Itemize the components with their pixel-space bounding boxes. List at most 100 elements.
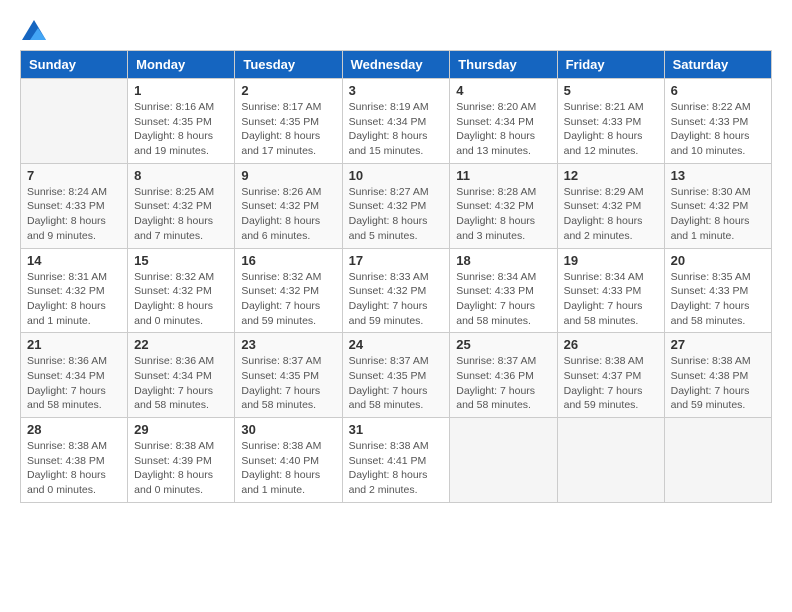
calendar-cell: 12 Sunrise: 8:29 AM Sunset: 4:32 PM Dayli…	[557, 163, 664, 248]
calendar-week-row: 28 Sunrise: 8:38 AM Sunset: 4:38 PM Dayli…	[21, 418, 772, 503]
calendar-cell: 15 Sunrise: 8:32 AM Sunset: 4:32 PM Dayli…	[128, 248, 235, 333]
day-info: Sunrise: 8:36 AM Sunset: 4:34 PM Dayligh…	[27, 354, 121, 413]
calendar-cell: 5Sunrise: 8:21 AM Sunset: 4:33 PM Daylig…	[557, 79, 664, 164]
calendar-cell: 20 Sunrise: 8:35 AM Sunset: 4:33 PM Dayli…	[664, 248, 771, 333]
calendar-week-row: 7 Sunrise: 8:24 AM Sunset: 4:33 PM Daylig…	[21, 163, 772, 248]
day-info: Sunrise: 8:25 AM Sunset: 4:32 PM Dayligh…	[134, 185, 228, 244]
calendar-cell: 17 Sunrise: 8:33 AM Sunset: 4:32 PM Dayli…	[342, 248, 450, 333]
calendar-cell: 30 Sunrise: 8:38 AM Sunset: 4:40 PM Dayli…	[235, 418, 342, 503]
day-number: 19	[564, 253, 658, 268]
calendar-header-thursday: Thursday	[450, 51, 557, 79]
day-info: Sunrise: 8:28 AM Sunset: 4:32 PM Dayligh…	[456, 185, 550, 244]
calendar-cell: 8Sunrise: 8:25 AM Sunset: 4:32 PM Daylig…	[128, 163, 235, 248]
calendar-cell: 27 Sunrise: 8:38 AM Sunset: 4:38 PM Dayli…	[664, 333, 771, 418]
day-number: 13	[671, 168, 765, 183]
day-info: Sunrise: 8:35 AM Sunset: 4:33 PM Dayligh…	[671, 270, 765, 329]
calendar-cell: 13 Sunrise: 8:30 AM Sunset: 4:32 PM Dayli…	[664, 163, 771, 248]
calendar: SundayMondayTuesdayWednesdayThursdayFrid…	[20, 50, 772, 503]
day-number: 7	[27, 168, 121, 183]
calendar-week-row: 1 Sunrise: 8:16 AM Sunset: 4:35 PM Daylig…	[21, 79, 772, 164]
calendar-cell: 1 Sunrise: 8:16 AM Sunset: 4:35 PM Daylig…	[128, 79, 235, 164]
day-number: 3	[349, 83, 444, 98]
calendar-cell: 28 Sunrise: 8:38 AM Sunset: 4:38 PM Dayli…	[21, 418, 128, 503]
day-info: Sunrise: 8:34 AM Sunset: 4:33 PM Dayligh…	[564, 270, 658, 329]
day-info: Sunrise: 8:29 AM Sunset: 4:32 PM Dayligh…	[564, 185, 658, 244]
day-number: 30	[241, 422, 335, 437]
day-number: 22	[134, 337, 228, 352]
calendar-cell: 23 Sunrise: 8:37 AM Sunset: 4:35 PM Dayli…	[235, 333, 342, 418]
page-header	[20, 20, 772, 40]
day-info: Sunrise: 8:27 AM Sunset: 4:32 PM Dayligh…	[349, 185, 444, 244]
day-info: Sunrise: 8:38 AM Sunset: 4:40 PM Dayligh…	[241, 439, 335, 498]
day-number: 31	[349, 422, 444, 437]
calendar-header-wednesday: Wednesday	[342, 51, 450, 79]
day-number: 29	[134, 422, 228, 437]
calendar-cell	[557, 418, 664, 503]
day-number: 20	[671, 253, 765, 268]
day-info: Sunrise: 8:30 AM Sunset: 4:32 PM Dayligh…	[671, 185, 765, 244]
calendar-header-row: SundayMondayTuesdayWednesdayThursdayFrid…	[21, 51, 772, 79]
day-number: 5	[564, 83, 658, 98]
calendar-cell: 24 Sunrise: 8:37 AM Sunset: 4:35 PM Dayli…	[342, 333, 450, 418]
day-number: 27	[671, 337, 765, 352]
calendar-cell: 10 Sunrise: 8:27 AM Sunset: 4:32 PM Dayli…	[342, 163, 450, 248]
calendar-header-monday: Monday	[128, 51, 235, 79]
calendar-cell: 25 Sunrise: 8:37 AM Sunset: 4:36 PM Dayli…	[450, 333, 557, 418]
day-info: Sunrise: 8:20 AM Sunset: 4:34 PM Dayligh…	[456, 100, 550, 159]
day-info: Sunrise: 8:32 AM Sunset: 4:32 PM Dayligh…	[134, 270, 228, 329]
day-info: Sunrise: 8:26 AM Sunset: 4:32 PM Dayligh…	[241, 185, 335, 244]
day-info: Sunrise: 8:38 AM Sunset: 4:39 PM Dayligh…	[134, 439, 228, 498]
calendar-cell: 31Sunrise: 8:38 AM Sunset: 4:41 PM Dayli…	[342, 418, 450, 503]
calendar-cell	[21, 79, 128, 164]
calendar-cell: 3 Sunrise: 8:19 AM Sunset: 4:34 PM Daylig…	[342, 79, 450, 164]
day-number: 9	[241, 168, 335, 183]
calendar-cell: 9 Sunrise: 8:26 AM Sunset: 4:32 PM Daylig…	[235, 163, 342, 248]
calendar-cell: 21 Sunrise: 8:36 AM Sunset: 4:34 PM Dayli…	[21, 333, 128, 418]
calendar-week-row: 14 Sunrise: 8:31 AM Sunset: 4:32 PM Dayli…	[21, 248, 772, 333]
day-info: Sunrise: 8:37 AM Sunset: 4:35 PM Dayligh…	[349, 354, 444, 413]
calendar-cell: 29 Sunrise: 8:38 AM Sunset: 4:39 PM Dayli…	[128, 418, 235, 503]
day-number: 18	[456, 253, 550, 268]
logo-icon	[22, 20, 46, 40]
day-number: 12	[564, 168, 658, 183]
calendar-cell: 2 Sunrise: 8:17 AM Sunset: 4:35 PM Daylig…	[235, 79, 342, 164]
day-number: 6	[671, 83, 765, 98]
day-info: Sunrise: 8:16 AM Sunset: 4:35 PM Dayligh…	[134, 100, 228, 159]
day-info: Sunrise: 8:31 AM Sunset: 4:32 PM Dayligh…	[27, 270, 121, 329]
calendar-cell: 14 Sunrise: 8:31 AM Sunset: 4:32 PM Dayli…	[21, 248, 128, 333]
day-number: 2	[241, 83, 335, 98]
day-number: 17	[349, 253, 444, 268]
calendar-header-sunday: Sunday	[21, 51, 128, 79]
day-info: Sunrise: 8:19 AM Sunset: 4:34 PM Dayligh…	[349, 100, 444, 159]
day-number: 21	[27, 337, 121, 352]
calendar-cell: 4Sunrise: 8:20 AM Sunset: 4:34 PM Daylig…	[450, 79, 557, 164]
day-info: Sunrise: 8:37 AM Sunset: 4:36 PM Dayligh…	[456, 354, 550, 413]
day-number: 15	[134, 253, 228, 268]
calendar-cell: 19 Sunrise: 8:34 AM Sunset: 4:33 PM Dayli…	[557, 248, 664, 333]
day-number: 23	[241, 337, 335, 352]
calendar-cell: 11Sunrise: 8:28 AM Sunset: 4:32 PM Dayli…	[450, 163, 557, 248]
day-info: Sunrise: 8:38 AM Sunset: 4:37 PM Dayligh…	[564, 354, 658, 413]
day-number: 26	[564, 337, 658, 352]
calendar-cell: 26 Sunrise: 8:38 AM Sunset: 4:37 PM Dayli…	[557, 333, 664, 418]
calendar-cell: 22Sunrise: 8:36 AM Sunset: 4:34 PM Dayli…	[128, 333, 235, 418]
day-info: Sunrise: 8:24 AM Sunset: 4:33 PM Dayligh…	[27, 185, 121, 244]
day-number: 28	[27, 422, 121, 437]
day-number: 1	[134, 83, 228, 98]
day-info: Sunrise: 8:38 AM Sunset: 4:38 PM Dayligh…	[27, 439, 121, 498]
day-number: 10	[349, 168, 444, 183]
calendar-cell: 7 Sunrise: 8:24 AM Sunset: 4:33 PM Daylig…	[21, 163, 128, 248]
day-info: Sunrise: 8:34 AM Sunset: 4:33 PM Dayligh…	[456, 270, 550, 329]
day-number: 24	[349, 337, 444, 352]
calendar-cell: 16Sunrise: 8:32 AM Sunset: 4:32 PM Dayli…	[235, 248, 342, 333]
calendar-cell: 6 Sunrise: 8:22 AM Sunset: 4:33 PM Daylig…	[664, 79, 771, 164]
day-number: 14	[27, 253, 121, 268]
day-info: Sunrise: 8:17 AM Sunset: 4:35 PM Dayligh…	[241, 100, 335, 159]
day-info: Sunrise: 8:38 AM Sunset: 4:38 PM Dayligh…	[671, 354, 765, 413]
day-info: Sunrise: 8:22 AM Sunset: 4:33 PM Dayligh…	[671, 100, 765, 159]
day-info: Sunrise: 8:33 AM Sunset: 4:32 PM Dayligh…	[349, 270, 444, 329]
calendar-header-saturday: Saturday	[664, 51, 771, 79]
logo	[20, 20, 46, 40]
day-info: Sunrise: 8:37 AM Sunset: 4:35 PM Dayligh…	[241, 354, 335, 413]
day-number: 25	[456, 337, 550, 352]
